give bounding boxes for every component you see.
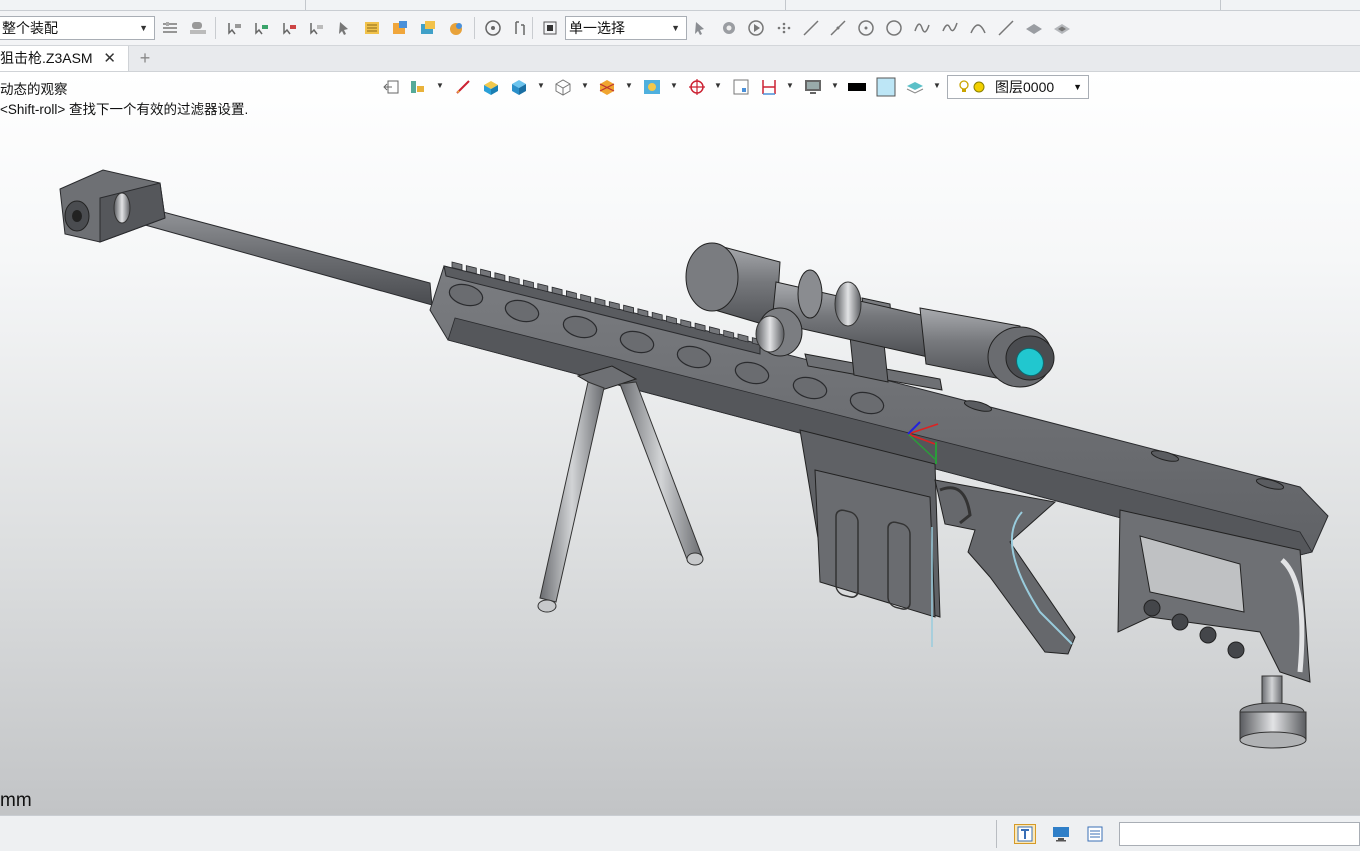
- toolbar-separator: [532, 17, 533, 39]
- ribbon-header-strip: [0, 0, 1360, 11]
- chevron-down-icon: ▼: [139, 23, 148, 33]
- select-component-icon[interactable]: [224, 18, 244, 38]
- orbit-icon[interactable]: [483, 18, 503, 38]
- bracket-select-icon[interactable]: [510, 18, 530, 38]
- close-icon[interactable]: ✕: [103, 46, 116, 71]
- status-bar: [0, 815, 1360, 851]
- document-tab-bar: 狙击枪.Z3ASM ✕ +: [0, 46, 1360, 72]
- list-filter-icon[interactable]: [362, 18, 382, 38]
- gear-select-icon[interactable]: [719, 18, 739, 38]
- circle-icon[interactable]: [884, 18, 904, 38]
- cursor-pick-icon[interactable]: [334, 18, 354, 38]
- add-tab-button[interactable]: +: [137, 46, 153, 71]
- pick-mode-dropdown[interactable]: 单一选择 ▼: [565, 16, 687, 40]
- chevron-down-icon: ▼: [671, 23, 680, 33]
- select-part-icon[interactable]: [251, 18, 271, 38]
- list-window-icon[interactable]: [1084, 824, 1106, 844]
- pistol-grip: [934, 479, 1076, 655]
- command-input[interactable]: [1119, 822, 1360, 846]
- status-divider: [996, 820, 997, 848]
- filter-dropdown[interactable]: 整个装配 ▼: [0, 16, 155, 40]
- point-cloud-icon[interactable]: [774, 18, 794, 38]
- surface-icon[interactable]: [1024, 18, 1044, 38]
- play-icon[interactable]: [746, 18, 766, 38]
- text-mode-icon[interactable]: [1014, 824, 1036, 844]
- pointer-icon[interactable]: [690, 18, 710, 38]
- ribbon-divider: [305, 0, 306, 10]
- assembly-tree-icon[interactable]: [390, 18, 410, 38]
- tab-label: 狙击枪.Z3ASM: [0, 50, 93, 66]
- pick-mode-value: 单一选择: [569, 20, 625, 36]
- unit-label: mm: [0, 790, 32, 811]
- select-feature-icon[interactable]: [279, 18, 299, 38]
- spline-icon[interactable]: [912, 18, 932, 38]
- 3d-viewport[interactable]: 动态的观察 <Shift-roll> 查找下一个有效的过滤器设置. ▼ ▼ ▼ …: [0, 72, 1360, 815]
- ribbon-divider: [1220, 0, 1221, 10]
- edge-icon[interactable]: [996, 18, 1016, 38]
- shell-icon[interactable]: [1052, 18, 1072, 38]
- magazine: [799, 429, 941, 647]
- curve-icon[interactable]: [940, 18, 960, 38]
- bipod: [537, 365, 704, 613]
- arc-icon[interactable]: [968, 18, 988, 38]
- toolbar-separator: [215, 17, 216, 39]
- part-library-icon[interactable]: [418, 18, 438, 38]
- ribbon-divider: [785, 0, 786, 10]
- line-segment-icon[interactable]: [828, 18, 848, 38]
- rifle-3d-model[interactable]: [0, 72, 1360, 815]
- toolbar-separator: [474, 17, 475, 39]
- stop-icon[interactable]: [540, 18, 560, 38]
- render-style-icon[interactable]: [446, 18, 466, 38]
- tab-document[interactable]: 狙击枪.Z3ASM ✕: [0, 46, 129, 71]
- rear-monopod: [1239, 675, 1307, 749]
- circle-center-icon[interactable]: [856, 18, 876, 38]
- filter-settings-icon[interactable]: [160, 18, 180, 38]
- display-monitor-icon[interactable]: [1050, 824, 1072, 844]
- filter-stamp-icon[interactable]: [188, 18, 208, 38]
- line-icon[interactable]: [801, 18, 821, 38]
- selection-toolbar: 整个装配 ▼ 单一选择 ▼: [0, 11, 1360, 46]
- filter-dropdown-value: 整个装配: [2, 20, 58, 36]
- select-face-icon[interactable]: [306, 18, 326, 38]
